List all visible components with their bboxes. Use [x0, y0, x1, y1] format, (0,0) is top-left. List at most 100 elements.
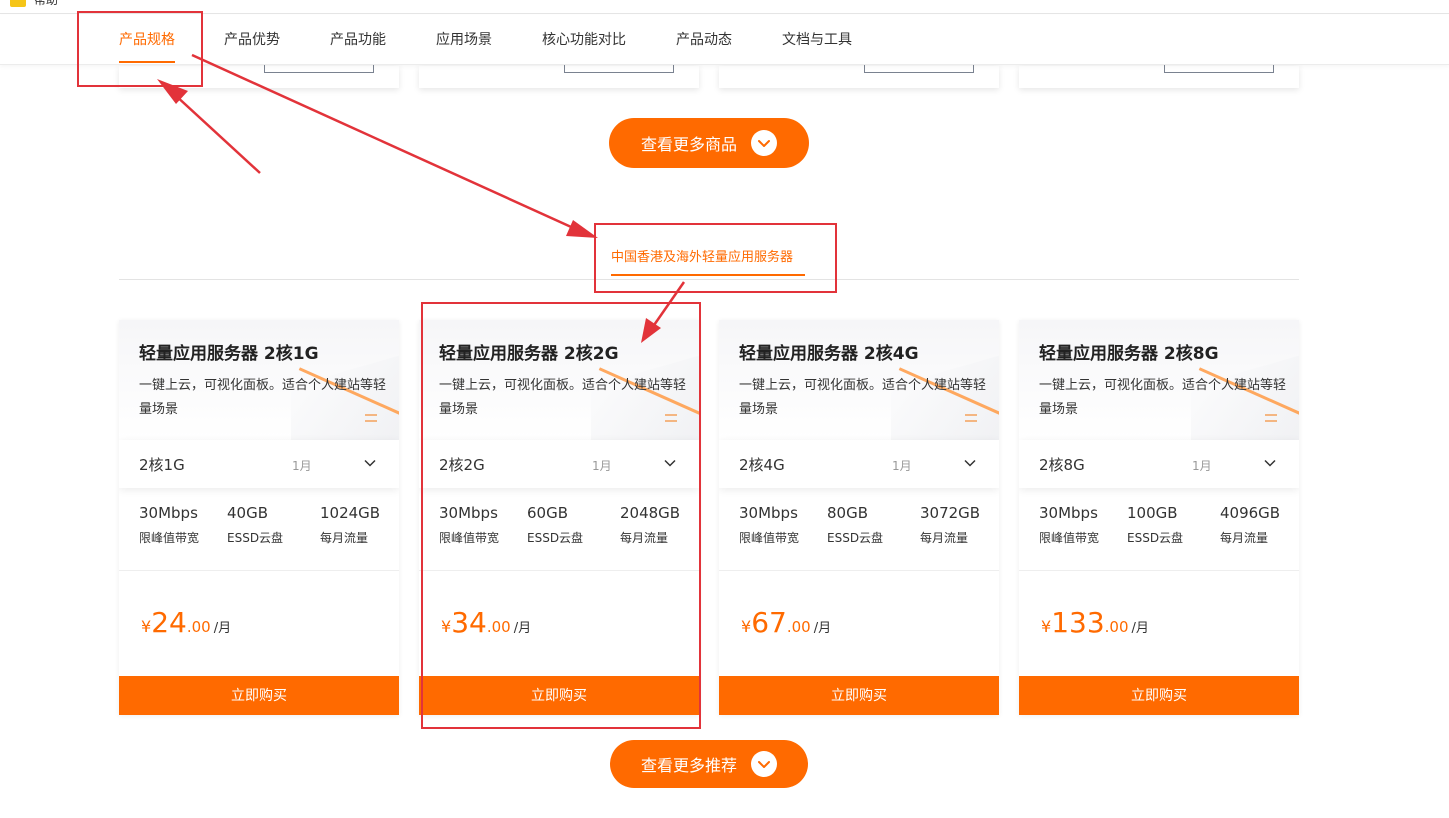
- nav-item-docs[interactable]: 文档与工具: [782, 15, 852, 65]
- spec-value: 2核4G: [739, 456, 785, 474]
- period-value: 1月: [292, 459, 312, 473]
- price: ¥34.00/月: [441, 606, 531, 639]
- spec-selector[interactable]: 2核8G 1月: [1019, 440, 1299, 488]
- bandwidth-value: 30Mbps: [1039, 504, 1098, 522]
- spec-value: 2核1G: [139, 456, 185, 474]
- previous-card: [119, 56, 399, 88]
- card-divider: [419, 570, 699, 571]
- disk-value: 60GB: [527, 504, 569, 522]
- nav-item-features[interactable]: 产品功能: [330, 15, 386, 65]
- traffic-label: 每月流量: [620, 531, 669, 545]
- price-currency: ¥: [441, 617, 452, 636]
- disk-value: 80GB: [827, 504, 869, 522]
- disk-stat: 40GB ESSD云盘: [227, 504, 283, 546]
- product-description: 一键上云，可视化面板。适合个人建站等轻量场景: [1039, 378, 1287, 417]
- more-recommend-label: 查看更多推荐: [640, 756, 737, 775]
- card-header: 轻量应用服务器 2核4G 一键上云，可视化面板。适合个人建站等轻量场景: [719, 320, 999, 440]
- product-title: 轻量应用服务器 2核4G: [739, 344, 919, 364]
- more-products-label: 查看更多商品: [640, 135, 737, 154]
- disk-value: 100GB: [1127, 504, 1178, 522]
- product-title: 轻量应用服务器 2核1G: [139, 344, 319, 364]
- tab-divider: [119, 279, 1299, 280]
- traffic-stat: 1024GB 每月流量: [320, 504, 380, 546]
- traffic-stat: 3072GB 每月流量: [920, 504, 980, 546]
- spec-value: 2核8G: [1039, 456, 1085, 474]
- bandwidth-label: 限峰值带宽: [139, 531, 200, 545]
- nav-item-specs[interactable]: 产品规格: [119, 15, 175, 65]
- product-description: 一键上云，可视化面板。适合个人建站等轻量场景: [139, 378, 387, 417]
- price-decimal: .00: [486, 618, 511, 636]
- previous-card: [419, 56, 699, 88]
- product-card: 轻量应用服务器 2核1G 一键上云，可视化面板。适合个人建站等轻量场景 2核1G…: [119, 320, 399, 715]
- price-integer: 24: [151, 606, 187, 639]
- price-unit: /月: [213, 621, 232, 636]
- chevron-down-icon: [751, 130, 777, 156]
- buy-now-button[interactable]: 立即购买: [419, 676, 699, 715]
- disk-stat: 60GB ESSD云盘: [527, 504, 583, 546]
- spec-selector[interactable]: 2核4G 1月: [719, 440, 999, 488]
- period-value: 1月: [592, 459, 612, 473]
- price-decimal: .00: [786, 618, 811, 636]
- card-divider: [719, 570, 999, 571]
- period-value: 1月: [892, 459, 912, 473]
- price-unit: /月: [513, 621, 532, 636]
- card-divider: [1019, 570, 1299, 571]
- price: ¥133.00/月: [1041, 606, 1149, 639]
- chevron-down-icon: [1264, 459, 1276, 467]
- spec-selector[interactable]: 2核2G 1月: [419, 440, 699, 488]
- chevron-down-icon: [751, 751, 777, 777]
- price-currency: ¥: [741, 617, 752, 636]
- disk-stat: 80GB ESSD云盘: [827, 504, 883, 546]
- annotation-arrow-up: [157, 79, 261, 174]
- disk-label: ESSD云盘: [1127, 531, 1184, 545]
- bandwidth-label: 限峰值带宽: [1039, 531, 1100, 545]
- price-currency: ¥: [141, 617, 152, 636]
- more-products-button[interactable]: 查看更多商品: [609, 118, 809, 168]
- spec-selector[interactable]: 2核1G 1月: [119, 440, 399, 488]
- chevron-down-icon: [964, 459, 976, 467]
- help-link[interactable]: 帮助: [34, 0, 58, 7]
- bandwidth-label: 限峰值带宽: [439, 531, 500, 545]
- price-decimal: .00: [1104, 618, 1129, 636]
- chevron-down-icon: [364, 459, 376, 467]
- product-title: 轻量应用服务器 2核2G: [439, 344, 619, 364]
- page-root: 帮助 产品规格 产品优势 产品功能 应用场景 核心功能对比 产品动态 文档与工具…: [0, 0, 1449, 818]
- product-title: 轻量应用服务器 2核8G: [1039, 344, 1219, 364]
- card-divider: [119, 570, 399, 571]
- buy-now-button[interactable]: 立即购买: [719, 676, 999, 715]
- price-integer: 34: [451, 606, 487, 639]
- card-header: 轻量应用服务器 2核2G 一键上云，可视化面板。适合个人建站等轻量场景: [419, 320, 699, 440]
- disk-label: ESSD云盘: [227, 531, 284, 545]
- traffic-label: 每月流量: [320, 531, 369, 545]
- bandwidth-value: 30Mbps: [439, 504, 498, 522]
- traffic-value: 3072GB: [920, 504, 981, 522]
- buy-now-button[interactable]: 立即购买: [1019, 676, 1299, 715]
- card-header: 轻量应用服务器 2核8G 一键上云，可视化面板。适合个人建站等轻量场景: [1019, 320, 1299, 440]
- disk-value: 40GB: [227, 504, 269, 522]
- help-icon: [10, 0, 26, 7]
- tab-overseas-servers[interactable]: 中国香港及海外轻量应用服务器: [611, 244, 806, 276]
- price-currency: ¥: [1041, 617, 1052, 636]
- nav-item-scenarios[interactable]: 应用场景: [436, 15, 492, 65]
- bandwidth-stat: 30Mbps 限峰值带宽: [739, 504, 799, 546]
- product-card: 轻量应用服务器 2核4G 一键上云，可视化面板。适合个人建站等轻量场景 2核4G…: [719, 320, 999, 715]
- buy-now-button[interactable]: 立即购买: [119, 676, 399, 715]
- nav-item-updates[interactable]: 产品动态: [676, 15, 732, 65]
- nav-item-advantages[interactable]: 产品优势: [224, 15, 280, 65]
- traffic-label: 每月流量: [1220, 531, 1269, 545]
- bandwidth-label: 限峰值带宽: [739, 531, 800, 545]
- bandwidth-stat: 30Mbps 限峰值带宽: [139, 504, 199, 546]
- bandwidth-value: 30Mbps: [139, 504, 198, 522]
- price: ¥24.00/月: [141, 606, 231, 639]
- more-recommend-button[interactable]: 查看更多推荐: [610, 740, 808, 788]
- previous-card: [1019, 56, 1299, 88]
- price: ¥67.00/月: [741, 606, 831, 639]
- top-bar: 帮助: [0, 0, 1449, 14]
- chevron-down-icon: [664, 459, 676, 467]
- traffic-value: 4096GB: [1220, 504, 1281, 522]
- traffic-label: 每月流量: [920, 531, 969, 545]
- traffic-stat: 2048GB 每月流量: [620, 504, 680, 546]
- nav-item-comparison[interactable]: 核心功能对比: [542, 15, 626, 65]
- traffic-stat: 4096GB 每月流量: [1220, 504, 1280, 546]
- product-card: 轻量应用服务器 2核8G 一键上云，可视化面板。适合个人建站等轻量场景 2核8G…: [1019, 320, 1299, 715]
